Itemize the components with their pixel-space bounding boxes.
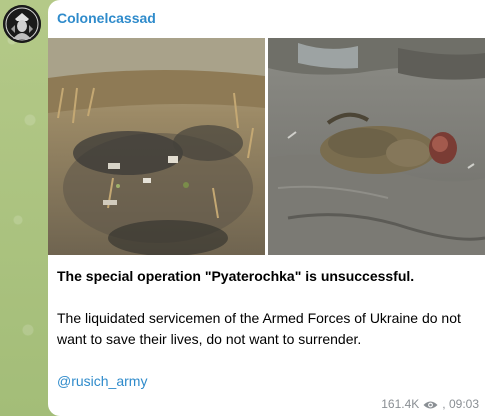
- post-headline: The special operation "Pyaterochka" is u…: [57, 268, 415, 284]
- post-photo-1[interactable]: [48, 38, 265, 255]
- view-count: 161.4K: [381, 397, 420, 411]
- channel-avatar[interactable]: [3, 5, 41, 43]
- post-text: The special operation "Pyaterochka" is u…: [57, 266, 477, 392]
- post-meta: 161.4K , 09:03: [381, 397, 479, 411]
- channel-name[interactable]: Colonelcassad: [57, 10, 156, 26]
- eye-icon: [423, 399, 438, 409]
- post-body: The liquidated servicemen of the Armed F…: [57, 310, 461, 347]
- message-bubble: Colonelcassad The special operation "Pya…: [48, 0, 485, 416]
- post-time: , 09:03: [442, 397, 479, 411]
- post-link[interactable]: @rusich_army: [57, 371, 477, 392]
- post-photo-2[interactable]: [268, 38, 485, 255]
